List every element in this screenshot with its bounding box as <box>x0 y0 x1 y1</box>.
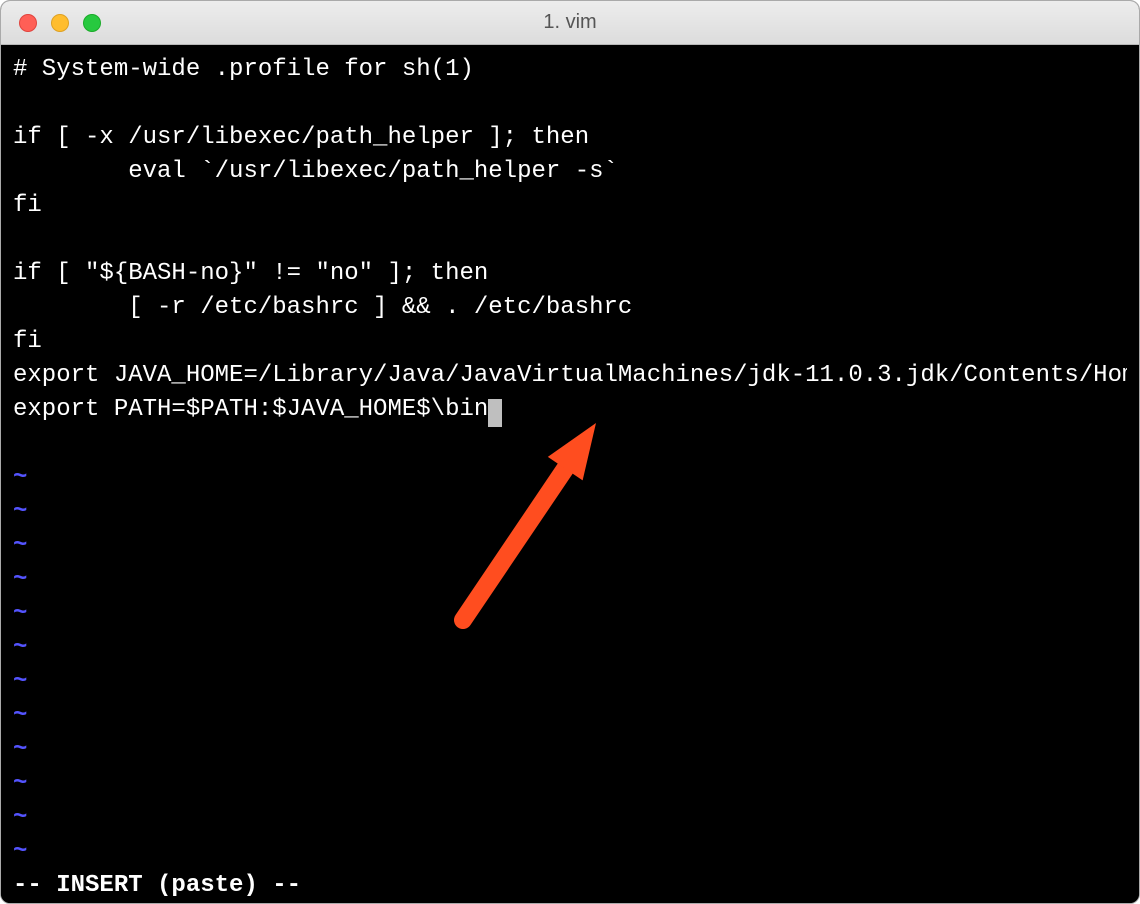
code-line: fi <box>13 189 1127 223</box>
code-line: if [ "${BASH-no}" != "no" ]; then <box>13 257 1127 291</box>
code-line <box>13 87 1127 121</box>
vim-empty-line: ~ <box>13 699 1127 733</box>
vim-empty-line: ~ <box>13 767 1127 801</box>
code-line: export JAVA_HOME=/Library/Java/JavaVirtu… <box>13 359 1127 393</box>
vim-empty-line: ~ <box>13 631 1127 665</box>
close-button[interactable] <box>19 14 37 32</box>
code-line: [ -r /etc/bashrc ] && . /etc/bashrc <box>13 291 1127 325</box>
vim-editor-area[interactable]: # System-wide .profile for sh(1) if [ -x… <box>13 53 1127 869</box>
cursor <box>488 399 502 427</box>
code-line: export PATH=$PATH:$JAVA_HOME$\bin <box>13 393 1127 427</box>
code-line: # System-wide .profile for sh(1) <box>13 53 1127 87</box>
vim-empty-line: ~ <box>13 563 1127 597</box>
maximize-button[interactable] <box>83 14 101 32</box>
vim-empty-line: ~ <box>13 835 1127 869</box>
vim-status-line: -- INSERT (paste) -- <box>13 869 1127 904</box>
vim-empty-line: ~ <box>13 461 1127 495</box>
code-line <box>13 223 1127 257</box>
terminal-window: 1. vim # System-wide .profile for sh(1) … <box>0 0 1140 904</box>
vim-empty-line: ~ <box>13 733 1127 767</box>
minimize-button[interactable] <box>51 14 69 32</box>
terminal-body[interactable]: # System-wide .profile for sh(1) if [ -x… <box>1 45 1139 904</box>
vim-empty-line: ~ <box>13 665 1127 699</box>
traffic-lights <box>19 14 101 32</box>
code-line: if [ -x /usr/libexec/path_helper ]; then <box>13 121 1127 155</box>
code-line: fi <box>13 325 1127 359</box>
code-line-blank <box>13 427 1127 461</box>
vim-empty-line: ~ <box>13 529 1127 563</box>
vim-empty-line: ~ <box>13 597 1127 631</box>
window-title: 1. vim <box>1 11 1139 34</box>
titlebar[interactable]: 1. vim <box>1 1 1139 45</box>
vim-empty-line: ~ <box>13 801 1127 835</box>
vim-empty-line: ~ <box>13 495 1127 529</box>
code-line: eval `/usr/libexec/path_helper -s` <box>13 155 1127 189</box>
